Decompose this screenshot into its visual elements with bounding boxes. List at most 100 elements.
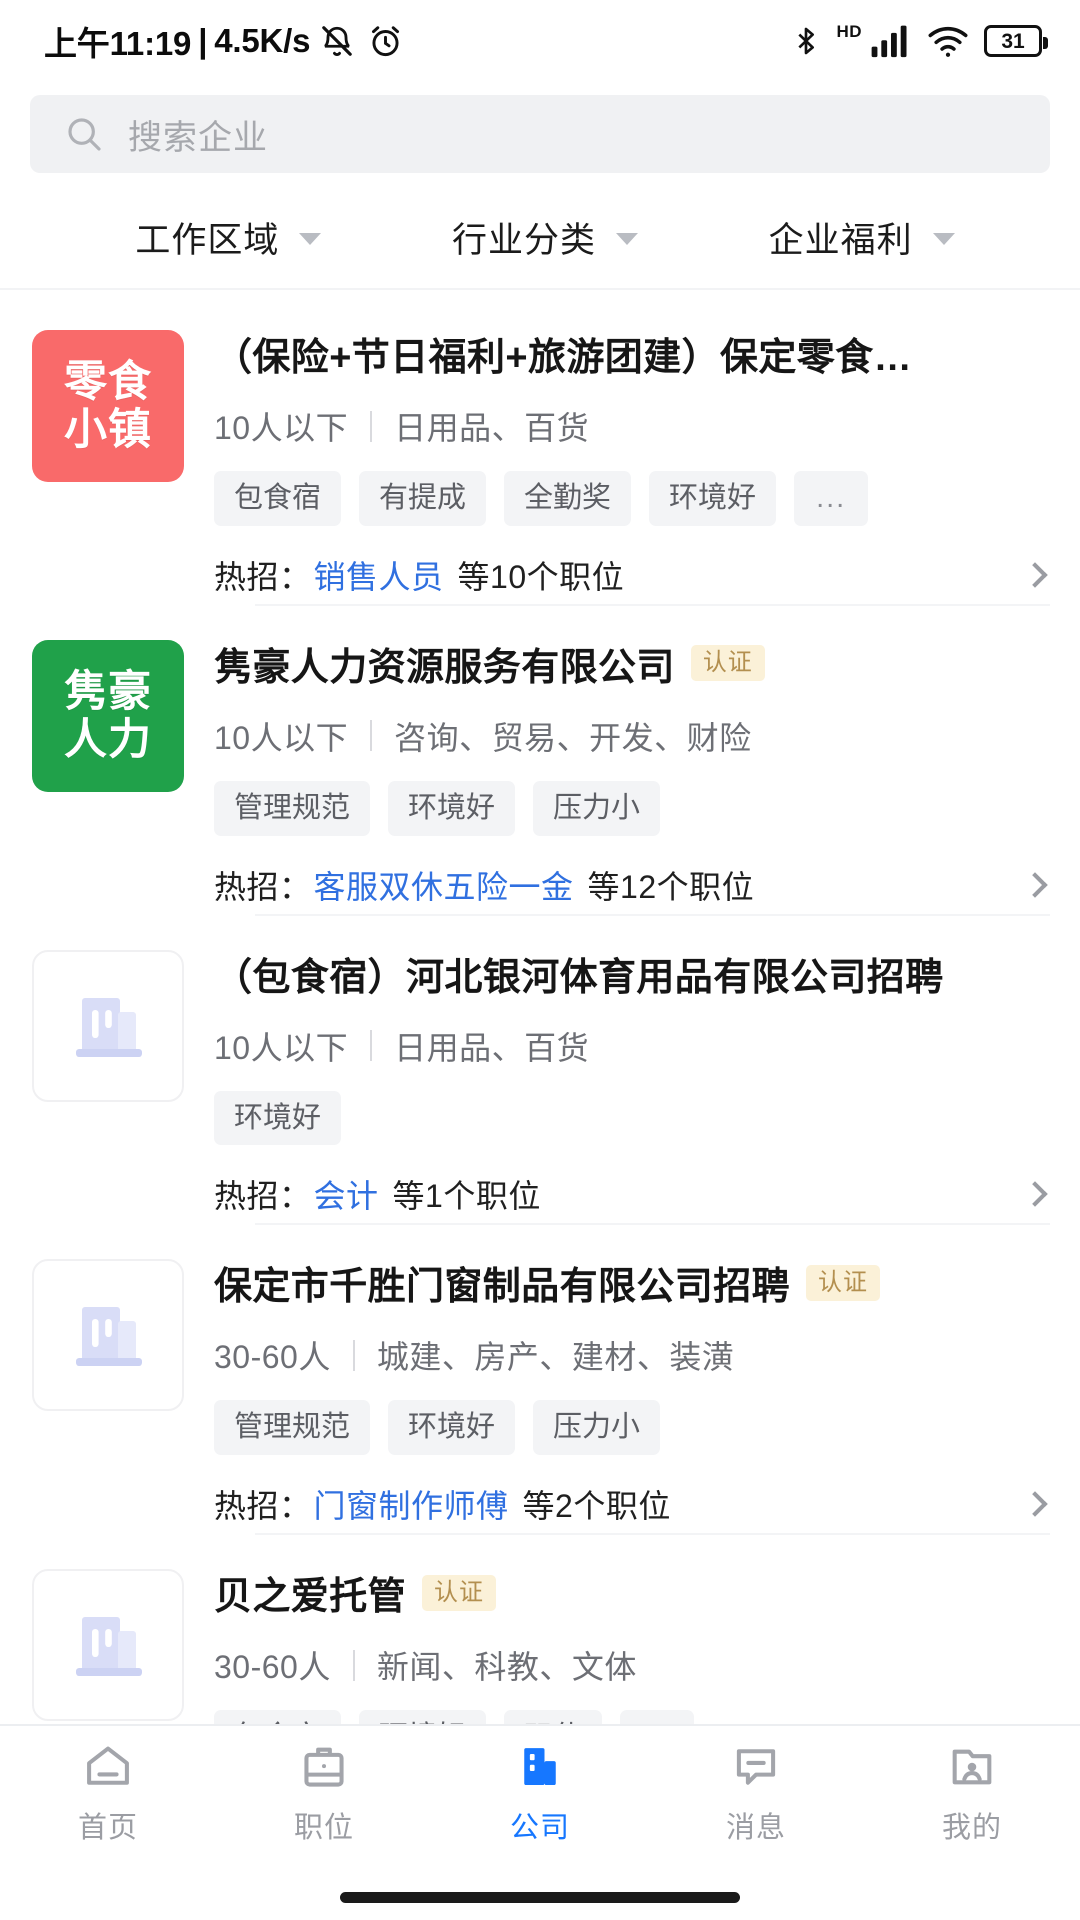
status-bar: 上午11:19 | 4.5K/s HD 31	[0, 0, 1080, 82]
benefit-tags: 管理规范 环境好 压力小	[214, 1400, 1050, 1456]
chevron-down-icon	[616, 233, 639, 245]
company-list[interactable]: 零食 小镇 （保险+节日福利+旅游团建）保定零食… 10人以下 日用品、百货 包…	[0, 290, 1080, 1724]
benefit-tag: 包食宿	[214, 471, 342, 526]
hot-job-link[interactable]: 会计	[314, 1171, 379, 1217]
battery-level: 31	[1001, 29, 1025, 53]
home-bar[interactable]	[340, 1891, 740, 1903]
company-card[interactable]: 贝之爱托管 认证 30-60人 新闻、科教、文体 包食宿 环境好 双休 ...	[0, 1535, 1080, 1724]
meta-divider	[370, 410, 373, 442]
hot-jobs-row[interactable]: 热招： 门窗制作师傅 等2个职位	[214, 1481, 1050, 1527]
search-placeholder: 搜索企业	[128, 118, 268, 157]
benefit-tag: 环境好	[388, 1400, 516, 1456]
company-card[interactable]: 零食 小镇 （保险+节日福利+旅游团建）保定零食… 10人以下 日用品、百货 包…	[0, 296, 1080, 604]
building-icon	[76, 1307, 142, 1367]
benefit-tag: 环境好	[359, 1710, 487, 1724]
signal-icon	[870, 23, 912, 59]
benefit-tag: 环境好	[388, 780, 516, 836]
company-logo: 隽豪 人力	[32, 639, 184, 792]
network-speed: 4.5K/s	[214, 22, 311, 59]
battery-icon: 31	[984, 25, 1048, 57]
hot-job-link[interactable]: 客服双休五险一金	[314, 862, 574, 908]
tab-messages[interactable]: 消息	[656, 1740, 856, 1846]
status-time: 上午11:19	[44, 25, 192, 62]
filter-work-area[interactable]: 工作区域	[70, 212, 387, 263]
hot-jobs-row[interactable]: 热招： 销售人员 等10个职位	[214, 552, 1050, 598]
search-input[interactable]: 搜索企业	[30, 95, 1050, 173]
bluetooth-icon	[790, 23, 822, 59]
company-size: 10人以下	[214, 1029, 349, 1066]
tab-jobs[interactable]: 职位	[224, 1740, 424, 1846]
verified-badge: 认证	[806, 1264, 881, 1301]
benefit-tag: 压力小	[533, 780, 661, 836]
building-icon	[76, 1617, 142, 1677]
benefit-tag: 管理规范	[214, 1400, 371, 1456]
company-industry: 日用品、百货	[394, 1029, 590, 1066]
hot-job-link[interactable]: 销售人员	[314, 552, 444, 598]
chevron-right-icon[interactable]	[1022, 562, 1048, 588]
meta-divider	[352, 1649, 355, 1681]
company-info: 隽豪人力资源服务有限公司 认证 10人以下 咨询、贸易、开发、财险 管理规范 环…	[184, 632, 1050, 914]
company-info: （保险+节日福利+旅游团建）保定零食… 10人以下 日用品、百货 包食宿 有提成…	[184, 322, 1050, 604]
company-name: （保险+节日福利+旅游团建）保定零食…	[214, 337, 912, 379]
benefit-tag: 双休	[504, 1710, 603, 1724]
briefcase-icon	[297, 1740, 351, 1794]
company-logo-placeholder	[32, 1259, 184, 1412]
hot-jobs-label: 热招：	[214, 1488, 312, 1525]
logo-line: 隽豪	[64, 667, 152, 716]
company-name: 隽豪人力资源服务有限公司	[214, 646, 675, 689]
benefit-tag: 全勤奖	[504, 471, 632, 526]
meta-divider	[370, 720, 373, 752]
home-icon	[81, 1740, 135, 1794]
benefit-tag-more[interactable]: ...	[794, 471, 869, 526]
logo-line: 零食	[64, 357, 152, 406]
chevron-right-icon[interactable]	[1022, 871, 1048, 898]
tab-label: 首页	[77, 1812, 138, 1844]
company-info: （包食宿）河北银河体育用品有限公司招聘 10人以下 日用品、百货 环境好 热招：…	[184, 942, 1050, 1224]
home-indicator	[0, 1874, 1080, 1920]
hot-jobs-count: 等2个职位	[522, 1488, 671, 1525]
company-card[interactable]: （包食宿）河北银河体育用品有限公司招聘 10人以下 日用品、百货 环境好 热招：…	[0, 916, 1080, 1224]
company-size: 10人以下	[214, 410, 349, 446]
tab-companies[interactable]: 公司	[440, 1740, 640, 1846]
company-meta: 10人以下 日用品、百货	[214, 1023, 1050, 1069]
company-size: 30-60人	[214, 1339, 331, 1376]
hot-jobs-count: 等12个职位	[587, 868, 755, 905]
company-industry: 咨询、贸易、开发、财险	[394, 719, 752, 756]
benefit-tags: 包食宿 环境好 双休 ...	[214, 1710, 1050, 1724]
tab-home[interactable]: 首页	[8, 1740, 208, 1846]
company-card[interactable]: 隽豪 人力 隽豪人力资源服务有限公司 认证 10人以下 咨询、贸易、开发、财险 …	[0, 606, 1080, 914]
chevron-right-icon[interactable]	[1022, 1181, 1048, 1208]
hot-jobs-row[interactable]: 热招： 会计 等1个职位	[214, 1171, 1050, 1217]
wifi-icon	[926, 23, 970, 59]
hot-jobs-label: 热招：	[214, 558, 312, 595]
hot-jobs-label: 热招：	[214, 868, 312, 905]
benefit-tag: 有提成	[359, 471, 487, 526]
company-name: 保定市千胜门窗制品有限公司招聘	[214, 1266, 791, 1309]
filter-benefits[interactable]: 企业福利	[703, 212, 1020, 263]
search-bar: 搜索企业	[0, 82, 1080, 186]
tab-label: 消息	[725, 1812, 786, 1844]
app-screen: 上午11:19 | 4.5K/s HD 31 搜索企业 工作区域 行业分类 企业…	[0, 0, 1080, 1920]
building-icon	[513, 1740, 567, 1794]
tab-profile[interactable]: 我的	[872, 1740, 1072, 1846]
benefit-tag-more[interactable]: ...	[620, 1710, 695, 1724]
hot-jobs-count: 等1个职位	[392, 1178, 541, 1215]
company-industry: 日用品、百货	[394, 410, 590, 446]
company-size: 30-60人	[214, 1649, 331, 1686]
status-bar-left: 上午11:19 | 4.5K/s	[44, 17, 404, 65]
benefit-tag: 环境好	[214, 1090, 342, 1146]
alarm-icon	[367, 23, 404, 60]
company-meta: 30-60人 新闻、科教、文体	[214, 1642, 1050, 1688]
profile-icon	[945, 1740, 999, 1794]
company-title-row: 贝之爱托管 认证	[214, 1565, 1050, 1620]
tab-label: 职位	[293, 1812, 354, 1844]
company-card[interactable]: 保定市千胜门窗制品有限公司招聘 认证 30-60人 城建、房产、建材、装潢 管理…	[0, 1225, 1080, 1533]
filter-industry[interactable]: 行业分类	[387, 212, 704, 263]
chevron-right-icon[interactable]	[1022, 1491, 1048, 1517]
benefit-tag: 环境好	[649, 471, 777, 526]
hot-job-link[interactable]: 门窗制作师傅	[314, 1481, 509, 1527]
tab-label: 我的	[941, 1812, 1002, 1844]
company-name: 贝之爱托管	[214, 1576, 407, 1619]
hot-jobs-count: 等10个职位	[457, 558, 625, 595]
hot-jobs-row[interactable]: 热招： 客服双休五险一金 等12个职位	[214, 862, 1050, 908]
